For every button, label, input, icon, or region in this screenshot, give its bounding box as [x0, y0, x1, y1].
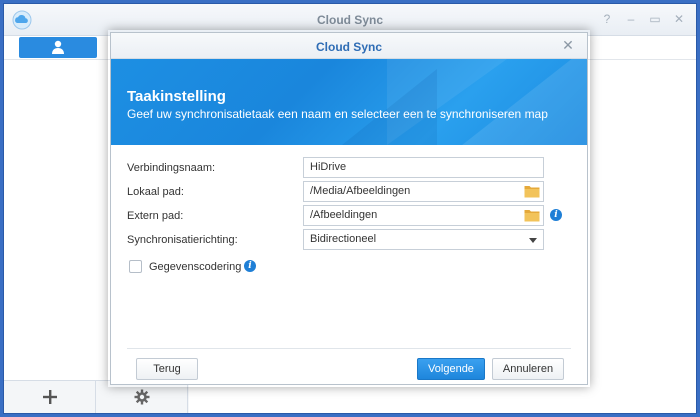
footer-divider — [127, 348, 571, 349]
add-task-button[interactable] — [4, 381, 96, 413]
remote-path-input[interactable]: /Afbeeldingen — [303, 205, 544, 226]
maximize-icon[interactable]: ▭ — [648, 11, 662, 27]
minimize-icon[interactable]: – — [624, 11, 638, 27]
app-title: Cloud Sync — [316, 13, 383, 27]
sync-direction-row: Synchronisatierichting: Bidirectioneel — [127, 229, 567, 251]
encryption-checkbox[interactable] — [129, 260, 142, 273]
connection-name-label: Verbindingsnaam: — [127, 162, 216, 174]
window-controls: ? – ▭ ✕ — [600, 11, 686, 27]
close-icon[interactable]: ✕ — [561, 38, 575, 52]
remote-path-row: Extern pad: /Afbeeldingen i — [127, 205, 567, 227]
info-icon[interactable]: i — [550, 209, 562, 221]
next-button[interactable]: Volgende — [417, 358, 485, 380]
encryption-row: Gegevenscodering i — [127, 257, 567, 279]
local-path-input[interactable]: /Media/Afbeeldingen — [303, 181, 544, 202]
banner-subtitle: Geef uw synchronisatietaak een naam en s… — [127, 107, 548, 121]
chevron-down-icon — [529, 238, 537, 243]
info-icon[interactable]: i — [244, 260, 256, 272]
dialog-banner: Taakinstelling Geef uw synchronisatietaa… — [111, 59, 587, 145]
banner-title: Taakinstelling — [127, 88, 226, 105]
gear-icon — [134, 389, 149, 405]
back-button[interactable]: Terug — [136, 358, 198, 380]
cancel-button[interactable]: Annuleren — [492, 358, 564, 380]
dialog-titlebar: Cloud Sync ✕ — [111, 33, 587, 59]
close-window-icon[interactable]: ✕ — [672, 11, 686, 27]
connection-name-row: Verbindingsnaam: HiDrive — [127, 157, 567, 179]
folder-icon[interactable] — [524, 208, 540, 222]
encryption-label: Gegevenscodering — [149, 261, 242, 273]
sync-direction-label: Synchronisatierichting: — [127, 234, 238, 246]
user-icon — [52, 40, 64, 54]
dialog-title: Cloud Sync — [315, 40, 382, 54]
plus-icon — [42, 390, 57, 404]
local-path-row: Lokaal pad: /Media/Afbeeldingen — [127, 181, 567, 203]
connection-name-input[interactable]: HiDrive — [303, 157, 544, 178]
tab-user[interactable] — [19, 37, 97, 58]
task-settings-dialog: Cloud Sync ✕ Taakinstelling Geef uw sync… — [110, 32, 588, 385]
sync-direction-value: Bidirectioneel — [310, 233, 377, 245]
local-path-label: Lokaal pad: — [127, 186, 184, 198]
remote-path-label: Extern pad: — [127, 210, 184, 222]
sync-direction-select[interactable]: Bidirectioneel — [303, 229, 544, 250]
folder-icon[interactable] — [524, 184, 540, 198]
help-icon[interactable]: ? — [600, 11, 614, 27]
